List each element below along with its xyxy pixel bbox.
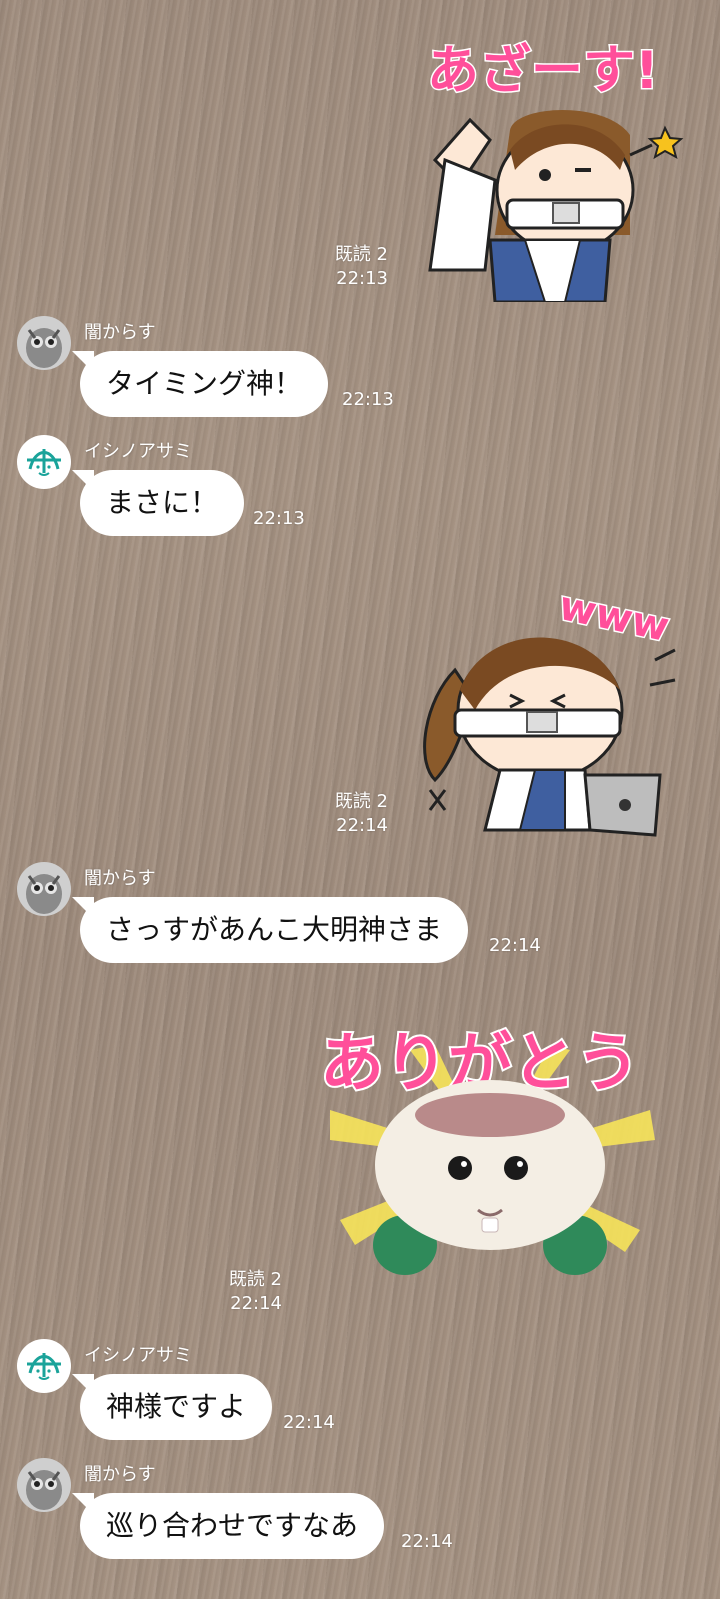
sender-name: 闇からす bbox=[84, 1464, 156, 1485]
message-bubble[interactable]: まさに！ bbox=[80, 470, 245, 536]
sticker-caption: あざーす! bbox=[427, 41, 659, 101]
timestamp: 22:13 bbox=[342, 389, 394, 410]
timestamp: 22:13 bbox=[336, 268, 388, 289]
sender-name: 闇からす bbox=[84, 868, 156, 889]
sticker-thank-you-pui[interactable]: ありがとう bbox=[318, 990, 665, 1300]
initial-logo-avatar[interactable] bbox=[17, 1339, 71, 1393]
read-receipt: 既読 2 bbox=[334, 791, 388, 812]
sticker-thanks-girl[interactable]: あざーす! bbox=[415, 20, 700, 304]
message-meta: 既読 2 22:13 bbox=[335, 243, 388, 291]
sender-name: 闇からす bbox=[84, 322, 156, 343]
timestamp: 22:14 bbox=[489, 935, 541, 956]
sender-name: イシノアサミ bbox=[84, 1345, 192, 1366]
message-meta: 既読 2 22:14 bbox=[229, 1268, 282, 1316]
timestamp: 22:14 bbox=[230, 1293, 282, 1314]
message-bubble[interactable]: タイミング神！ bbox=[80, 351, 329, 417]
timestamp: 22:13 bbox=[253, 508, 305, 529]
read-receipt: 既読 2 bbox=[334, 244, 388, 265]
sticker-caption: www bbox=[555, 583, 673, 651]
sticker-laughing-girl[interactable]: www bbox=[415, 560, 700, 845]
message-bubble[interactable]: 神様ですよ bbox=[80, 1374, 273, 1440]
message-bubble[interactable]: さっすがあんこ大明神さま bbox=[80, 897, 469, 963]
message-bubble[interactable]: 巡り合わせですなあ bbox=[80, 1493, 385, 1559]
timestamp: 22:14 bbox=[336, 815, 388, 836]
sender-name: イシノアサミ bbox=[84, 441, 192, 462]
owl-avatar[interactable] bbox=[17, 862, 71, 916]
owl-avatar[interactable] bbox=[17, 316, 71, 370]
message-meta: 既読 2 22:14 bbox=[335, 790, 388, 838]
initial-logo-avatar[interactable] bbox=[17, 435, 71, 489]
read-receipt: 既読 2 bbox=[228, 1269, 282, 1290]
owl-avatar[interactable] bbox=[17, 1458, 71, 1512]
timestamp: 22:14 bbox=[283, 1412, 335, 1433]
timestamp: 22:14 bbox=[401, 1531, 453, 1552]
